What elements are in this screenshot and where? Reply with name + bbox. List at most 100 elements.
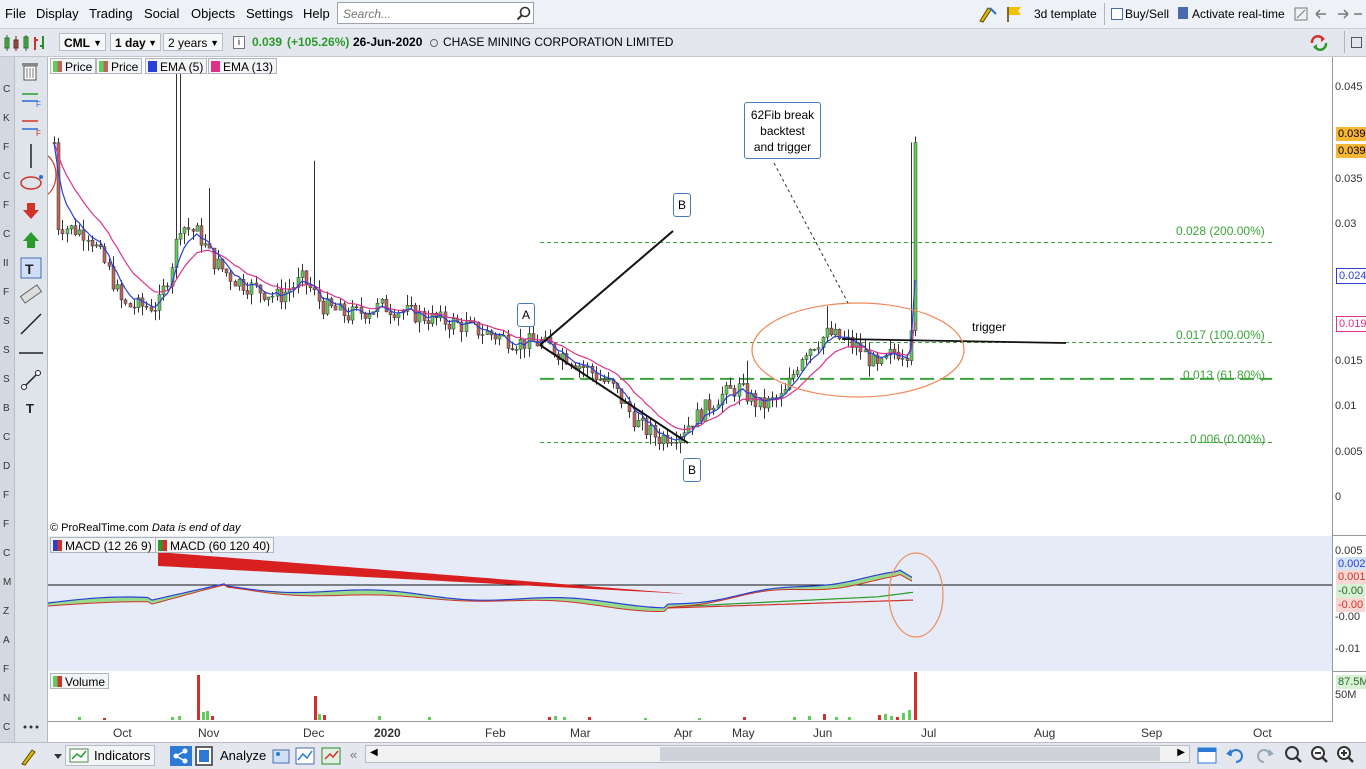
buysell-button[interactable]: Buy/Sell [1125, 4, 1169, 24]
strip-letter[interactable]: F [3, 519, 9, 530]
refresh-icon[interactable] [1308, 34, 1330, 52]
volume-bar[interactable] [808, 716, 811, 720]
candle-body[interactable] [191, 229, 196, 232]
candle-body[interactable] [669, 442, 674, 444]
calendar-icon[interactable] [1197, 747, 1217, 764]
candle-body[interactable] [128, 303, 133, 308]
candle-body[interactable] [363, 313, 368, 319]
candle-body[interactable] [119, 284, 124, 301]
candle-body[interactable] [690, 425, 695, 428]
candle-body[interactable] [107, 262, 112, 267]
volume-bar[interactable] [78, 717, 81, 720]
strip-letter[interactable]: C [3, 432, 10, 443]
volume-bar[interactable] [548, 717, 551, 720]
info-icon[interactable]: i [233, 36, 245, 49]
strip-letter[interactable]: C [3, 171, 10, 182]
zoom-area-icon[interactable] [1285, 746, 1302, 763]
candle-body[interactable] [728, 384, 733, 389]
candle-body[interactable] [392, 314, 397, 318]
candle-body[interactable] [468, 321, 473, 323]
volume-bar[interactable] [902, 713, 905, 720]
menu-trading[interactable]: Trading [89, 6, 133, 21]
candle-body[interactable] [485, 330, 490, 335]
candle-body[interactable] [825, 327, 830, 338]
candle-body[interactable] [510, 348, 515, 350]
candle-body[interactable] [816, 347, 821, 350]
candle-body[interactable] [60, 229, 65, 235]
volume-bar[interactable] [896, 717, 899, 720]
candle-body[interactable] [829, 327, 834, 335]
wave-ab-line[interactable] [539, 230, 674, 346]
candle-body[interactable] [640, 418, 645, 421]
legend-price-1[interactable]: Price [50, 58, 97, 74]
volume-bar[interactable] [314, 696, 317, 720]
scroll-thumb[interactable] [660, 747, 1160, 761]
highlight-ellipse[interactable] [751, 302, 965, 398]
window-controls-icon[interactable] [1294, 7, 1364, 21]
segment-tool-icon[interactable] [21, 370, 41, 390]
candle-body[interactable] [913, 142, 918, 331]
candle-body[interactable] [657, 436, 662, 444]
volume-bar[interactable] [378, 716, 381, 720]
candle-body[interactable] [879, 357, 884, 364]
candle-body[interactable] [396, 312, 401, 318]
candle-body[interactable] [531, 333, 536, 342]
volume-bar[interactable] [323, 715, 326, 720]
volume-bar[interactable] [644, 718, 647, 720]
volume-bar[interactable] [206, 711, 209, 720]
strip-letter[interactable]: F [3, 287, 9, 298]
wave-ac-line[interactable] [539, 344, 689, 444]
candle-body[interactable] [262, 292, 267, 300]
legend-volume[interactable]: Volume [50, 673, 110, 689]
arrow-down-icon[interactable] [23, 203, 39, 219]
candle-body[interactable] [606, 379, 611, 382]
candle-body[interactable] [413, 305, 418, 323]
volume-bar[interactable] [890, 716, 893, 720]
drawing-mode-icon[interactable] [20, 746, 64, 766]
candle-body[interactable] [426, 320, 431, 324]
scroll-right-icon[interactable]: ▶ [1177, 747, 1185, 758]
scroll-left-icon[interactable]: ◀ [370, 747, 378, 758]
volume-bar[interactable] [554, 716, 557, 720]
zoom-in-icon[interactable] [1337, 746, 1354, 763]
candle-body[interactable] [514, 349, 519, 351]
ellipse-tool-icon[interactable] [20, 175, 43, 190]
candle-body[interactable] [493, 334, 498, 340]
candle-body[interactable] [871, 354, 876, 367]
macd-panel[interactable]: MACD (12 26 9) MACD (60 120 40) [48, 536, 1332, 671]
candle-body[interactable] [476, 321, 481, 336]
menu-settings[interactable]: Settings [246, 6, 293, 21]
menu-help[interactable]: Help [303, 6, 330, 21]
strip-letter[interactable]: II [3, 258, 9, 269]
zoom-out-icon[interactable] [1311, 746, 1328, 763]
strip-letter[interactable]: Z [3, 606, 9, 617]
candle-body[interactable] [77, 229, 82, 235]
candle-body[interactable] [195, 225, 200, 232]
candle-body[interactable] [661, 434, 666, 444]
strip-letter[interactable]: F [3, 200, 9, 211]
candle-body[interactable] [367, 314, 372, 319]
strip-letter[interactable]: K [3, 113, 10, 124]
strip-letter[interactable]: C [3, 722, 10, 733]
redo-icon[interactable] [1257, 749, 1274, 763]
candle-body[interactable] [178, 233, 183, 240]
candle-body[interactable] [892, 348, 897, 353]
collapse-icon[interactable]: « [350, 747, 357, 762]
candle-body[interactable] [123, 299, 128, 304]
candle-body[interactable] [384, 298, 389, 313]
candle-body[interactable] [703, 399, 708, 422]
volume-bar[interactable] [793, 717, 796, 720]
volume-bar[interactable] [588, 717, 591, 720]
strip-letter[interactable]: S [3, 345, 10, 356]
period-dropdown[interactable]: 2 years ▼ [163, 33, 223, 51]
strip-letter[interactable]: B [3, 403, 10, 414]
volume-bar[interactable] [202, 712, 205, 720]
strip-letter[interactable]: D [3, 461, 10, 472]
candle-body[interactable] [228, 272, 233, 282]
realtime-button[interactable]: Activate real-time [1192, 4, 1285, 24]
volume-bar[interactable] [823, 714, 826, 720]
date-axis[interactable]: Oct Nov Dec 2020 Feb Mar Apr May Jun Jul… [48, 721, 1332, 743]
candle-body[interactable] [741, 383, 746, 385]
candle-body[interactable] [598, 378, 603, 381]
text-label-icon[interactable]: T [26, 401, 34, 416]
